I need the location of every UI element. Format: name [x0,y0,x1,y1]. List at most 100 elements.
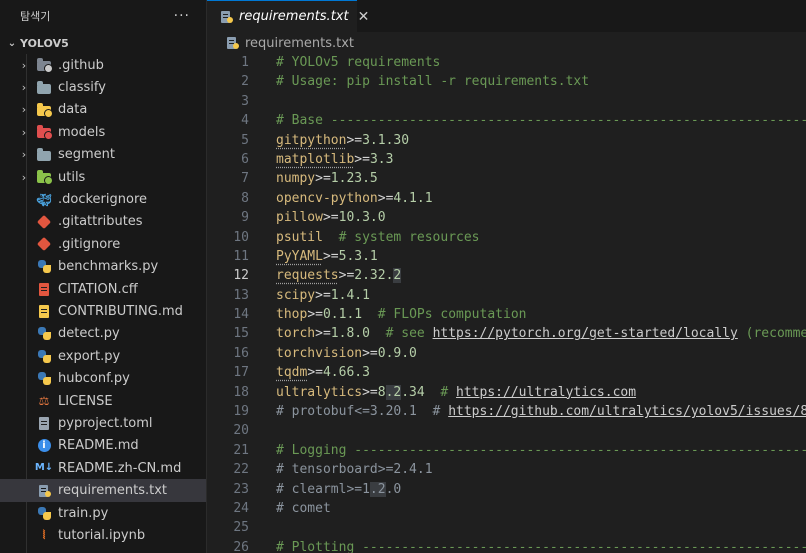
line-text: # clearml>=1.2.0 [276,480,401,499]
line-text: psutil # system resources [276,228,480,247]
code-token: .2 [385,384,402,400]
tree-file[interactable]: detect.py [0,323,206,345]
code-token: .34 [401,384,425,400]
tree-item-label: CITATION.cff [58,281,138,297]
tree-file[interactable]: CONTRIBUTING.md [0,300,206,322]
tree-item-label: tutorial.ipynb [58,527,146,543]
code-token: torchvision [276,345,363,361]
explorer-title: 탐색기 [20,10,51,23]
line-text: scipy>=1.4.1 [276,286,370,305]
line-number: 23 [233,481,249,497]
breadcrumb[interactable]: requirements.txt [207,32,806,54]
code-token: numpy [276,171,316,187]
tree-file[interactable]: M↓ README.zh-CN.md [0,457,206,479]
line-number: 10 [233,229,249,245]
tree-folder[interactable]: › segment [0,144,206,166]
line-number: 20 [233,423,249,439]
line-text: numpy>=1.23.5 [276,169,378,188]
chevron-right-icon: › [21,125,27,139]
more-actions-icon[interactable]: ··· [174,8,190,24]
tree-file[interactable]: CITATION.cff [0,278,206,300]
tree-item-label: data [58,102,88,118]
code-link[interactable]: https://ultralytics.com [456,385,636,400]
code-line: 22 # tensorboard>=2.4.1 [207,460,806,479]
code-token: # [440,384,457,400]
code-token: opencv-python [276,190,378,206]
code-link[interactable]: https://pytorch.org/get-started/locally [433,326,738,341]
tree-file[interactable]: benchmarks.py [0,256,206,278]
tree-file[interactable]: .gitattributes [0,211,206,233]
line-text: # Plotting -----------------------------… [276,538,806,553]
tab-requirements[interactable]: requirements.txt ✕ [207,0,369,32]
contributing-icon [36,303,52,319]
line-text: torch>=1.8.0 # see https://pytorch.org/g… [276,324,806,343]
code-token: psutil [276,229,323,245]
code-editor[interactable]: 1 # YOLOv5 requirements 2 # Usage: pip inst… [207,53,806,553]
tree-item-label: .gitattributes [58,214,143,230]
code-token: >= [315,326,331,342]
breadcrumb-file: requirements.txt [245,35,355,51]
close-icon[interactable]: ✕ [358,9,370,25]
line-number: 13 [233,287,249,303]
code-token: ultralytics [276,384,363,400]
tree-file[interactable]: hubconf.py [0,367,206,389]
tree-file[interactable]: requirements.txt [0,479,206,502]
tree-folder[interactable]: › utils [0,166,206,188]
tree-file[interactable]: train.py [0,502,206,524]
tree-item-label: requirements.txt [58,483,168,499]
chevron-right-icon: › [21,103,27,117]
code-token: thop [276,307,308,323]
code-token: torch [276,326,316,342]
code-link[interactable]: https://github.com/ultralytics/yolov5/is… [448,404,806,419]
line-text: pillow>=10.3.0 [276,208,386,227]
workspace-root[interactable]: ⌄ YOLOV5 [0,32,206,54]
info-icon: i [36,438,52,454]
code-token: 10.3.0 [338,210,386,226]
line-number: 5 [241,132,249,148]
line-number: 17 [233,365,249,381]
line-number: 6 [241,151,249,167]
python-icon [36,371,52,387]
tree-folder[interactable]: › .github [0,54,206,76]
tree-item-label: utils [58,169,86,185]
code-token: # FLOPs computation [377,307,527,323]
code-token: # YOLOv5 requirements [276,55,441,70]
tree-folder[interactable]: › classify [0,76,206,98]
notebook-icon: ⦚ [42,528,46,543]
file-tree: › .github › classify › data › models › segment › ut… [0,54,206,547]
code-line: 24 # comet [207,499,806,518]
code-line: 21 # Logging ----------------------------… [207,441,806,460]
tree-file[interactable]: i README.md [0,435,206,457]
line-text: # comet [276,499,331,518]
tree-item-label: segment [58,147,116,163]
tree-file[interactable]: pyproject.toml [0,412,206,434]
tree-item-label: train.py [58,505,109,521]
folder-icon [36,169,53,186]
line-number: 22 [233,462,249,478]
tree-item-label: CONTRIBUTING.md [58,303,183,319]
tree-folder[interactable]: › data [0,99,206,121]
chevron-right-icon: › [21,170,27,184]
tree-folder[interactable]: › models [0,121,206,143]
code-token: 4.1.1 [393,190,433,206]
code-line: 25 [207,518,806,537]
code-line: 26 # Plotting ---------------------------… [207,538,806,553]
code-line: 4 # Base --------------------------------… [207,111,806,130]
license-icon: ⚖ [38,394,50,409]
tree-item-label: detect.py [58,326,120,342]
tree-file[interactable]: ⚖ LICENSE [0,390,206,412]
python-icon [36,326,52,342]
code-token: pillow [276,210,323,226]
tree-file[interactable]: export.py [0,345,206,367]
line-text: gitpython>=3.1.30 [276,131,409,150]
code-token: # clearml>=1 [276,481,370,497]
docker-icon: 🐳︎ [36,192,52,207]
tree-file[interactable]: 🐳︎ .dockerignore [0,188,206,210]
tree-file[interactable]: ⦚ tutorial.ipynb [0,524,206,546]
tree-item-label: hubconf.py [58,371,130,387]
code-line: 7 numpy>=1.23.5 [207,169,806,188]
line-number: 15 [233,326,249,342]
tree-file[interactable]: .gitignore [0,233,206,255]
